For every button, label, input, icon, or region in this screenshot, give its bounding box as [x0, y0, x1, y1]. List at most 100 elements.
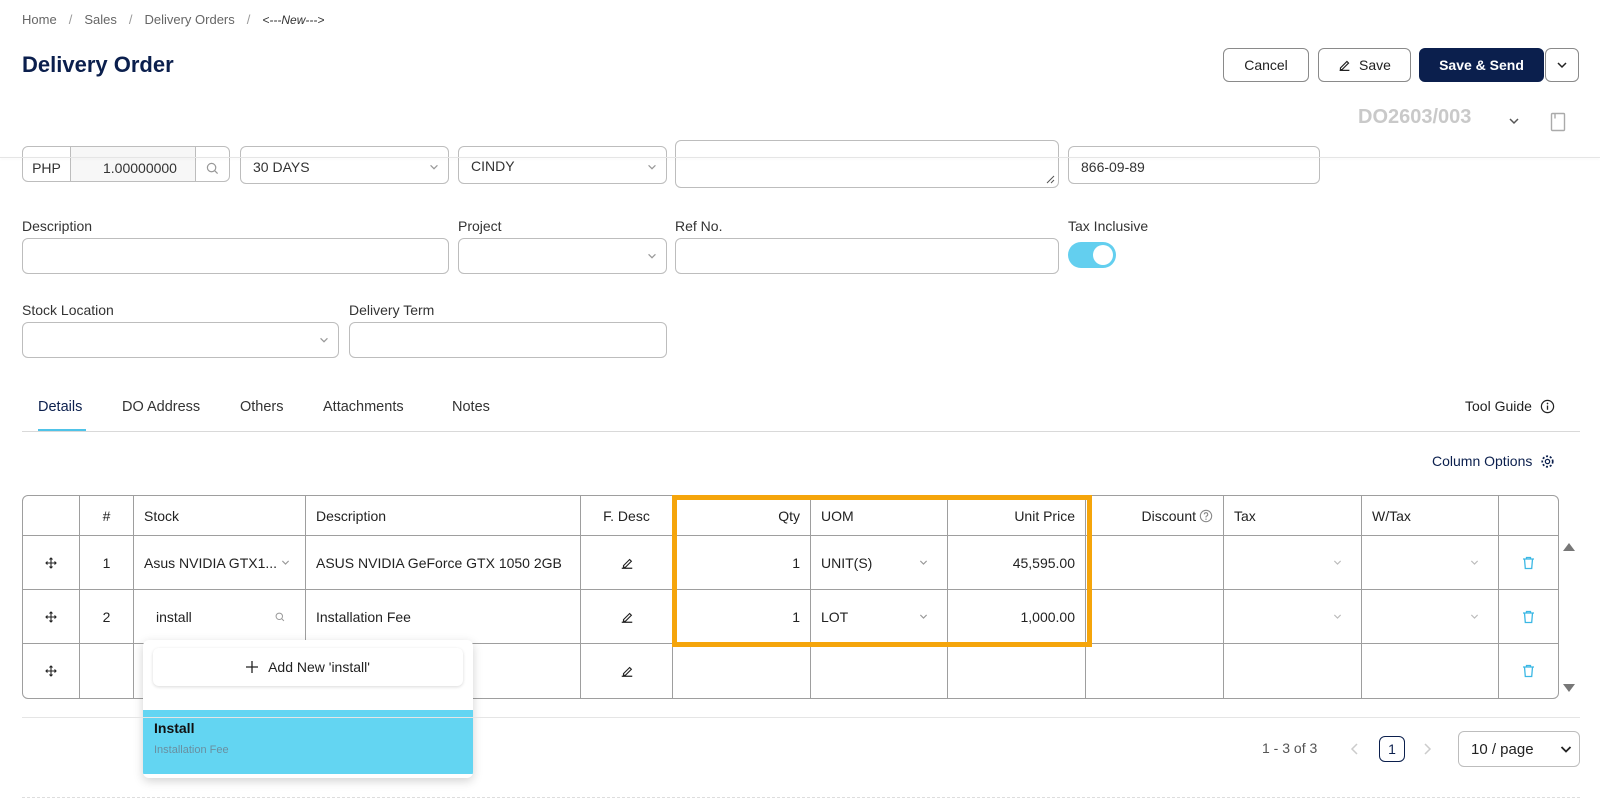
stock-location-select[interactable] — [22, 322, 339, 358]
discount-cell[interactable] — [1086, 644, 1224, 698]
header-stock: Stock — [134, 496, 306, 535]
delivery-term-input[interactable] — [349, 322, 667, 358]
page-title: Delivery Order — [22, 52, 174, 77]
help-icon[interactable] — [1199, 509, 1213, 523]
header-divider — [0, 157, 1600, 158]
currency-rate-field[interactable]: PHP 1.00000000 — [22, 146, 230, 182]
drag-handle-icon[interactable] — [23, 644, 80, 698]
row-number: 1 — [80, 536, 134, 589]
edit-description-icon[interactable] — [581, 536, 673, 589]
cancel-button[interactable]: Cancel — [1223, 48, 1309, 82]
qty-cell[interactable] — [673, 644, 811, 698]
scroll-up-arrow-icon[interactable] — [1562, 542, 1576, 552]
resize-handle-icon[interactable] — [1046, 175, 1055, 184]
tab-others[interactable]: Others — [240, 399, 284, 415]
phone-field[interactable]: 866-09-89 — [1068, 146, 1320, 184]
description-cell[interactable]: ASUS NVIDIA GeForce GTX 1050 2GB — [306, 536, 581, 589]
delete-row-icon[interactable] — [1499, 590, 1557, 643]
save-button-label: Save — [1359, 57, 1391, 73]
remark-textarea[interactable] — [675, 140, 1059, 188]
tab-details[interactable]: Details — [38, 399, 82, 415]
tab-notes[interactable]: Notes — [452, 399, 490, 415]
save-and-send-button[interactable]: Save & Send — [1419, 48, 1544, 82]
breadcrumb-separator: / — [246, 12, 251, 27]
header-discount: Discount — [1086, 496, 1224, 535]
column-options-link[interactable]: Column Options — [1432, 453, 1555, 469]
more-actions-button[interactable] — [1545, 48, 1579, 82]
wtax-select[interactable] — [1362, 536, 1499, 589]
footer-divider — [22, 717, 1580, 718]
uom-select[interactable]: UNIT(S) — [811, 536, 948, 589]
tab-do-address[interactable]: DO Address — [122, 399, 200, 415]
page-size-select[interactable]: 10 / page — [1458, 731, 1580, 767]
header-wtax: W/Tax — [1362, 496, 1499, 535]
unit-price-cell[interactable]: 1,000.00 — [948, 590, 1086, 643]
current-page-button[interactable]: 1 — [1379, 736, 1405, 762]
edit-description-icon[interactable] — [581, 644, 673, 698]
wtax-select[interactable] — [1362, 644, 1499, 698]
save-button[interactable]: Save — [1318, 48, 1411, 82]
chevron-down-icon — [320, 337, 328, 343]
option-title: Install — [154, 720, 195, 736]
search-icon[interactable] — [195, 147, 229, 181]
description-cell[interactable]: Installation Fee — [306, 590, 581, 643]
header-discount-label: Discount — [1141, 507, 1196, 524]
drag-handle-icon[interactable] — [23, 590, 80, 643]
uom-select[interactable] — [811, 644, 948, 698]
unit-price-cell[interactable] — [948, 644, 1086, 698]
drag-handle-icon[interactable] — [23, 536, 80, 589]
description-input[interactable] — [22, 238, 449, 274]
scroll-down-arrow-icon[interactable] — [1562, 683, 1576, 693]
tax-select[interactable] — [1224, 536, 1362, 589]
chevron-down-icon[interactable] — [1507, 114, 1521, 128]
uom-select[interactable]: LOT — [811, 590, 948, 643]
chevron-down-icon — [919, 614, 928, 619]
breadcrumb-home[interactable]: Home — [22, 12, 57, 27]
qty-cell[interactable]: 1 — [673, 590, 811, 643]
add-new-stock-button[interactable]: Add New 'install' — [153, 648, 463, 686]
chevron-down-icon — [1560, 746, 1572, 753]
wtax-select[interactable] — [1362, 590, 1499, 643]
qty-cell[interactable]: 1 — [673, 536, 811, 589]
terms-select[interactable]: 30 DAYS — [240, 146, 449, 184]
breadcrumb-current: <---New---> — [262, 12, 325, 27]
agent-value: CINDY — [471, 158, 515, 174]
chevron-right-icon[interactable] — [1422, 742, 1432, 756]
chevron-left-icon[interactable] — [1350, 742, 1360, 756]
currency-code: PHP — [23, 147, 71, 181]
stock-select[interactable]: Asus NVIDIA GTX1... — [134, 536, 306, 589]
tab-attachments[interactable]: Attachments — [323, 399, 404, 415]
agent-select[interactable]: CINDY — [458, 146, 667, 184]
document-icon[interactable] — [1550, 112, 1566, 132]
discount-cell[interactable] — [1086, 536, 1224, 589]
dropdown-option-install[interactable]: Install Installation Fee — [143, 710, 473, 774]
project-select[interactable] — [458, 238, 667, 274]
chevron-down-icon — [1333, 614, 1342, 619]
chevron-down-icon — [281, 560, 290, 565]
delete-row-icon[interactable] — [1499, 536, 1557, 589]
section-divider — [22, 797, 1580, 798]
header-unit-price: Unit Price — [948, 496, 1086, 535]
tax-inclusive-toggle[interactable] — [1068, 242, 1116, 268]
tax-select[interactable] — [1224, 644, 1362, 698]
breadcrumb-sales[interactable]: Sales — [84, 12, 117, 27]
discount-cell[interactable] — [1086, 590, 1224, 643]
breadcrumb-delivery-orders[interactable]: Delivery Orders — [144, 12, 234, 27]
header-uom: UOM — [811, 496, 948, 535]
option-subtitle: Installation Fee — [154, 744, 229, 756]
chevron-down-icon — [1470, 560, 1479, 565]
exchange-rate-input[interactable]: 1.00000000 — [71, 147, 195, 181]
unit-price-cell[interactable]: 45,595.00 — [948, 536, 1086, 589]
search-icon — [275, 612, 285, 621]
tool-guide-label: Tool Guide — [1465, 398, 1532, 414]
tax-select[interactable] — [1224, 590, 1362, 643]
edit-description-icon[interactable] — [581, 590, 673, 643]
chevron-down-icon — [1557, 62, 1567, 69]
document-number: DO2603/003 — [1358, 106, 1472, 128]
tool-guide-link[interactable]: Tool Guide — [1465, 398, 1555, 414]
ref-no-input[interactable] — [675, 238, 1059, 274]
delete-row-icon[interactable] — [1499, 644, 1557, 698]
tabs-divider — [22, 431, 1580, 432]
table-row: 1 Asus NVIDIA GTX1... ASUS NVIDIA GeForc… — [23, 536, 1558, 590]
stock-search-input[interactable]: install — [134, 590, 306, 643]
